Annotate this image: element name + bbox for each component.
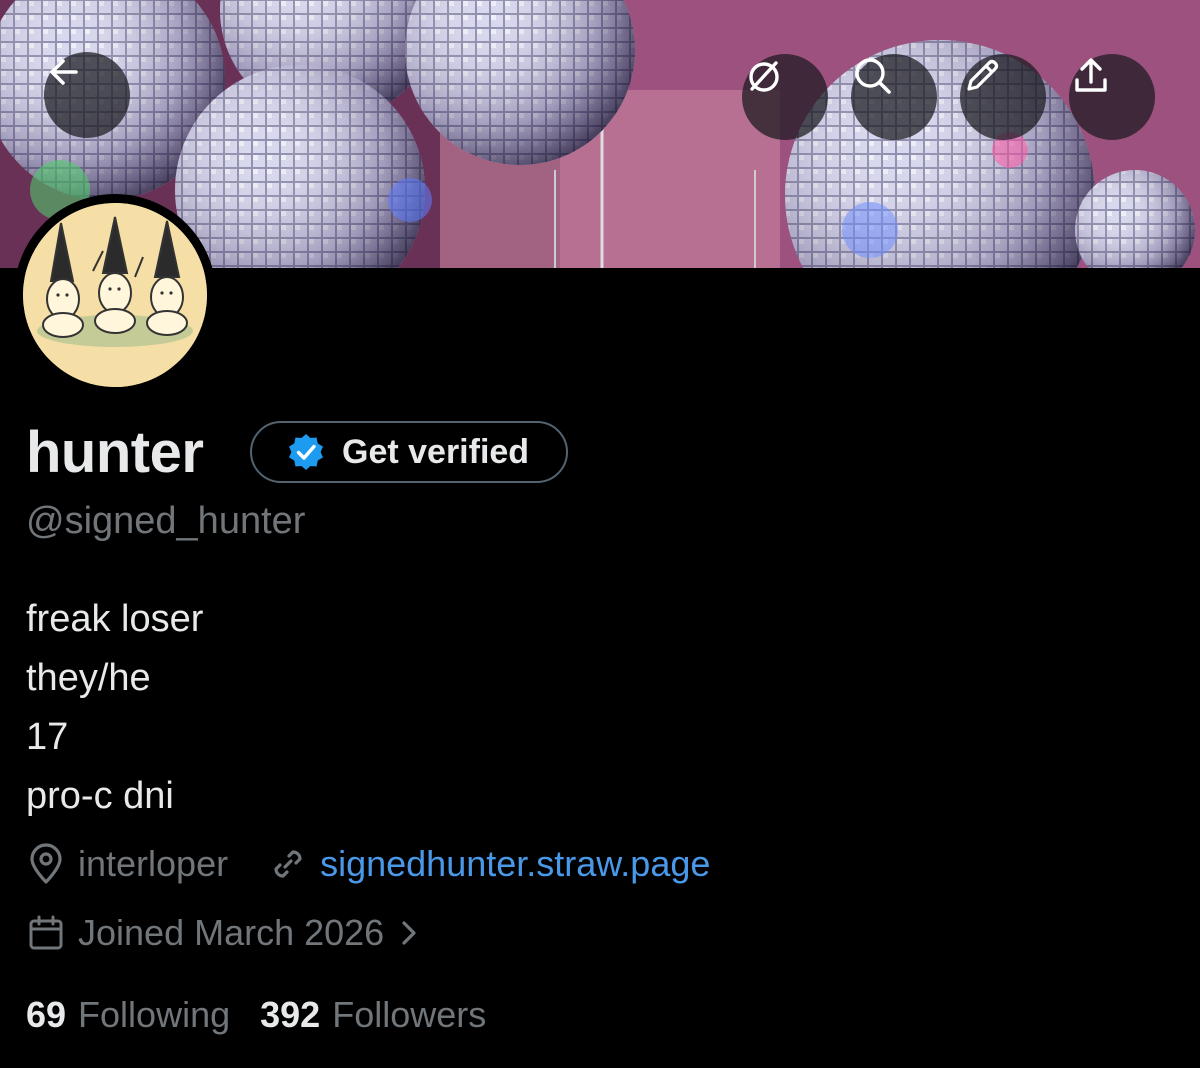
edit-pencil-icon	[967, 59, 999, 91]
bio-line: pro-c dni	[26, 775, 174, 817]
link-icon	[274, 850, 302, 878]
bio: freak loser they/he 17 pro-c dni	[26, 590, 203, 826]
profile-meta-row: interloper signedhunter.straw.page	[26, 842, 710, 886]
location-text: interloper	[78, 843, 229, 884]
share-icon	[1075, 58, 1107, 92]
share-button[interactable]	[1069, 54, 1155, 140]
website-link[interactable]: signedhunter.straw.page	[320, 843, 710, 885]
grok-icon	[749, 61, 779, 92]
arrow-left-icon	[50, 59, 78, 85]
display-name: hunter	[26, 420, 204, 485]
gnome-drawing-icon	[23, 203, 207, 387]
chevron-right-icon	[402, 921, 416, 945]
bio-line: 17	[26, 716, 69, 758]
calendar-icon	[29, 915, 63, 950]
bio-line: freak loser	[26, 598, 204, 640]
bio-line: they/he	[26, 657, 151, 699]
following-label: Following	[78, 994, 231, 1035]
search-icon	[855, 58, 891, 94]
edit-profile-button[interactable]	[960, 54, 1046, 140]
location-pin-icon	[30, 843, 62, 884]
joined-date-row[interactable]: Joined March 2026	[26, 912, 424, 954]
search-button[interactable]	[851, 54, 937, 140]
avatar[interactable]	[14, 194, 216, 396]
user-handle: @signed_hunter	[26, 500, 306, 542]
follow-stats: 69 Following 392 Followers	[26, 994, 486, 1036]
avatar-image	[23, 203, 207, 387]
get-verified-label: Get verified	[342, 432, 530, 471]
following-count: 69	[26, 994, 67, 1035]
get-verified-button[interactable]: Get verified	[250, 421, 568, 483]
back-button[interactable]	[44, 52, 130, 138]
followers-label: Followers	[332, 994, 487, 1035]
following-link[interactable]: 69 Following	[26, 994, 230, 1036]
grok-button[interactable]	[742, 54, 828, 140]
verified-badge-icon	[289, 434, 323, 470]
followers-count: 392	[260, 994, 321, 1035]
followers-link[interactable]: 392 Followers	[260, 994, 486, 1036]
joined-date-text: Joined March 2026	[78, 912, 385, 953]
